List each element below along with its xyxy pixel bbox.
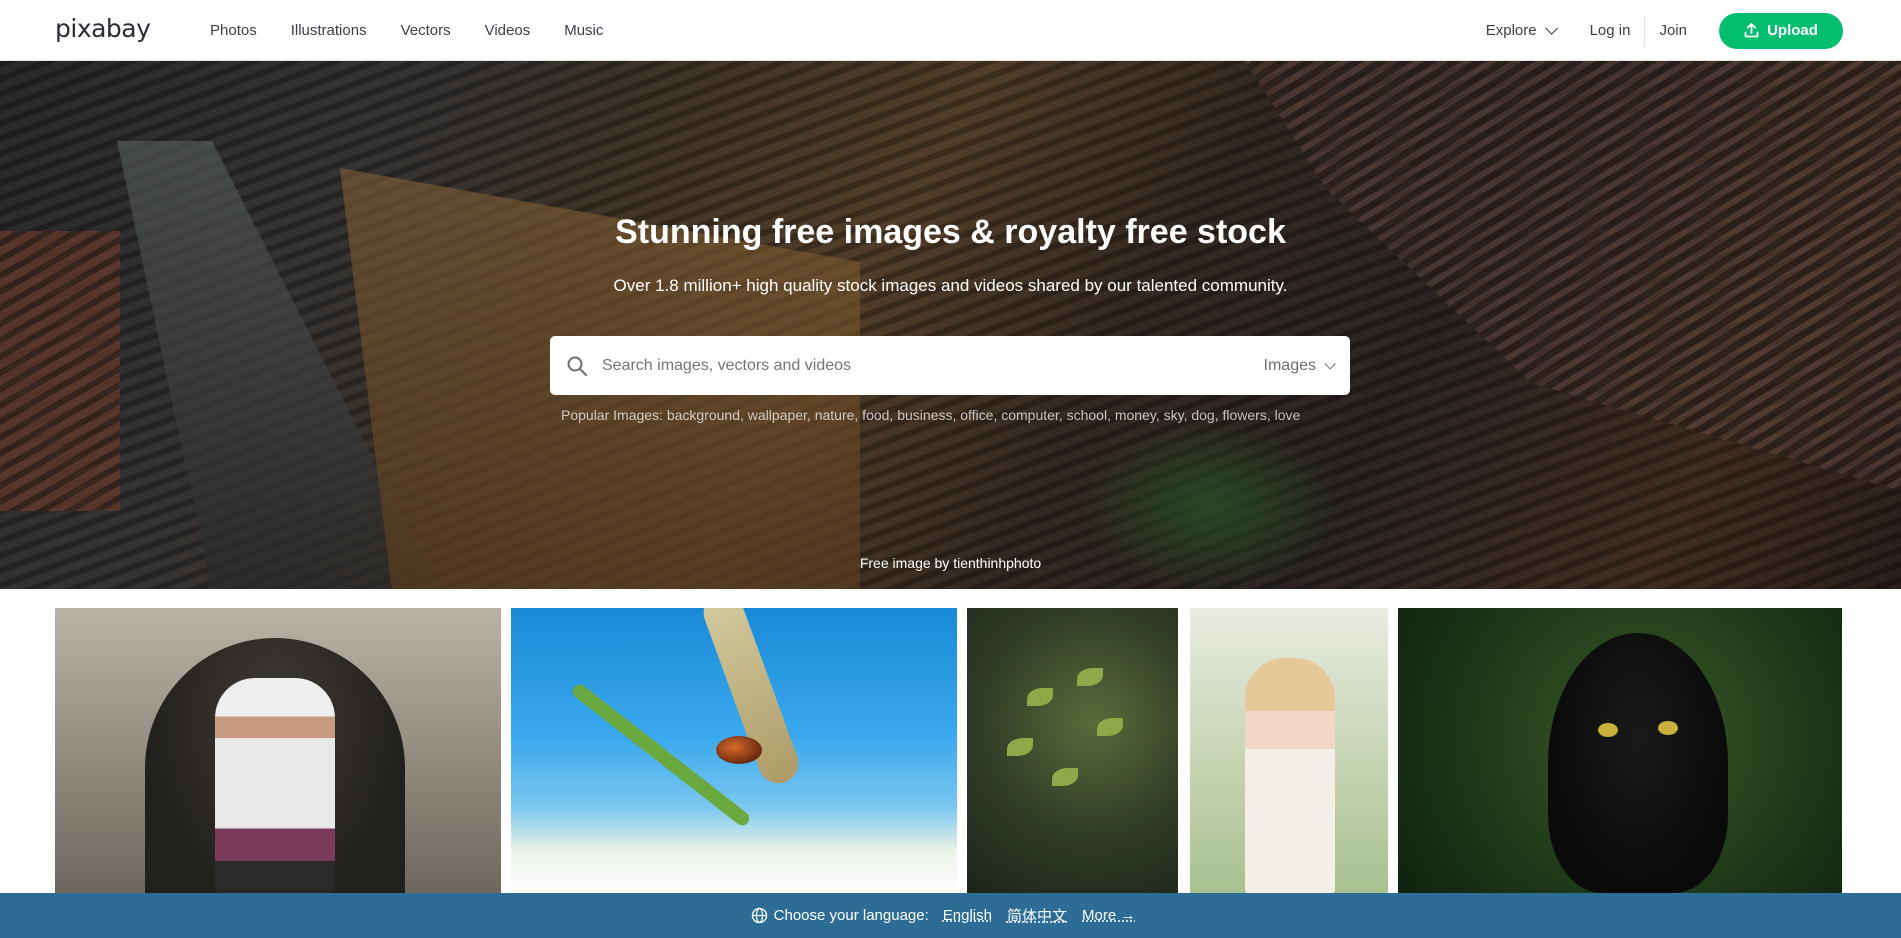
hero-title: Stunning free images & royalty free stoc… (615, 213, 1286, 251)
pixabay-logo[interactable]: pixabay (55, 14, 151, 43)
nav-photos[interactable]: Photos (210, 22, 257, 39)
hero-subtitle: Over 1.8 million+ high quality stock ima… (613, 276, 1288, 295)
leaf-shape (1007, 738, 1033, 756)
image-credit[interactable]: Free image by tienthinhphoto (0, 555, 1901, 571)
chevron-down-icon (1544, 22, 1558, 35)
top-header: pixabay Photos Illustrations Vectors Vid… (0, 0, 1901, 61)
language-label: Choose your language: (773, 907, 929, 924)
cat-figure (1548, 633, 1728, 893)
account-nav: Explore Log in Join Upload (1486, 0, 1843, 61)
explore-menu[interactable]: Explore (1485, 22, 1558, 39)
girl-figure (1245, 658, 1335, 893)
search-type-label: Images (1263, 356, 1316, 374)
nav-vectors[interactable]: Vectors (401, 22, 451, 39)
language-english[interactable]: English (943, 907, 992, 924)
language-more[interactable]: More → (1082, 907, 1135, 924)
gallery-image-3[interactable] (967, 608, 1178, 893)
man-figure (215, 678, 335, 893)
nav-illustrations[interactable]: Illustrations (291, 22, 367, 39)
language-bar: Choose your language: English 简体中文 More … (0, 893, 1901, 938)
hero-roof-left (0, 231, 120, 511)
gallery-image-1[interactable] (55, 608, 501, 893)
language-chinese[interactable]: 简体中文 (1007, 905, 1067, 926)
globe-icon (751, 907, 767, 924)
join-link[interactable]: Join (1659, 22, 1687, 39)
search-type-select[interactable]: Images (1263, 356, 1336, 375)
chevron-down-icon (1324, 357, 1336, 370)
leaf-shape (1097, 718, 1123, 736)
leaf-shape (1077, 668, 1103, 686)
nav-videos[interactable]: Videos (485, 22, 531, 39)
upload-icon (1744, 23, 1759, 38)
hero-banner: Stunning free images & royalty free stoc… (0, 61, 1901, 589)
explore-label: Explore (1485, 22, 1537, 39)
beetle-shape (716, 736, 762, 764)
login-link[interactable]: Log in (1590, 22, 1631, 39)
gallery-image-4[interactable] (1190, 608, 1388, 893)
leaf-shape (1052, 768, 1078, 786)
upload-label: Upload (1767, 22, 1818, 39)
gallery-image-5[interactable] (1398, 608, 1842, 893)
search-bar: Images (550, 336, 1350, 395)
nav-divider (1644, 14, 1646, 47)
gallery-image-2[interactable] (511, 608, 957, 893)
cat-eye-shape (1658, 721, 1678, 735)
popular-searches[interactable]: Popular Images: background, wallpaper, n… (561, 407, 1300, 423)
image-gallery (55, 608, 1845, 893)
cat-eye-shape (1598, 723, 1618, 737)
nav-music[interactable]: Music (564, 22, 603, 39)
search-icon[interactable] (566, 355, 588, 377)
upload-button[interactable]: Upload (1719, 12, 1843, 49)
main-nav: Photos Illustrations Vectors Videos Musi… (210, 0, 637, 61)
search-input[interactable] (602, 356, 1264, 375)
leaf-shape (1027, 688, 1053, 706)
